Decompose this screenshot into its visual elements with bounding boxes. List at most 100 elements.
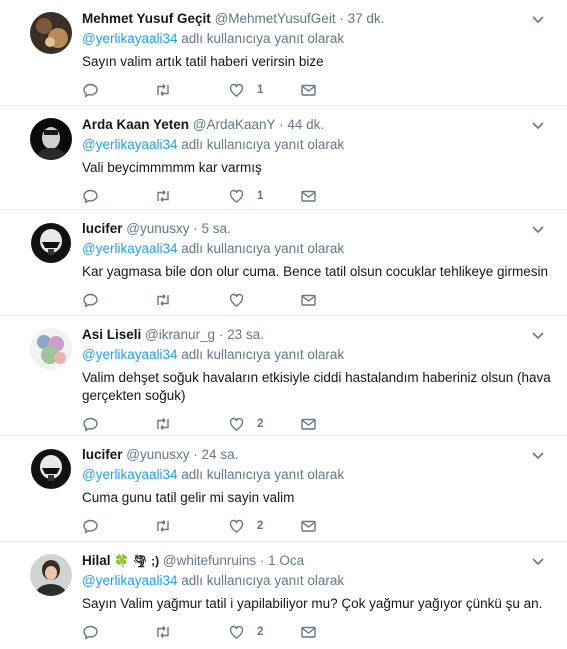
- display-name[interactable]: Asi Liseli: [82, 327, 141, 342]
- direct-message-button[interactable]: [300, 81, 317, 99]
- mention-link[interactable]: @yerlikayaali34: [82, 137, 178, 152]
- like-count: 2: [257, 626, 264, 638]
- like-button[interactable]: 1: [228, 187, 263, 205]
- display-name-emoji: 🍀 🌪 ;): [114, 554, 160, 568]
- retweet-button[interactable]: [154, 623, 172, 641]
- retweet-icon: [157, 190, 169, 202]
- chevron-down-icon[interactable]: [531, 12, 545, 26]
- avatar[interactable]: [30, 328, 72, 370]
- reply-context: @yerlikayaali34 adlı kullanıcıya yanıt o…: [82, 465, 551, 485]
- mention-link[interactable]: @yerlikayaali34: [82, 573, 178, 588]
- timestamp[interactable]: 37 dk.: [348, 11, 385, 26]
- like-button[interactable]: 2: [228, 415, 263, 433]
- chevron-down-icon[interactable]: [531, 222, 545, 236]
- timestamp[interactable]: 44 dk.: [287, 117, 324, 132]
- separator-dot: ·: [339, 11, 344, 26]
- avatar[interactable]: [30, 12, 72, 54]
- reply-button[interactable]: [82, 415, 99, 433]
- reply-icon: [83, 293, 98, 308]
- tweet[interactable]: Mehmet Yusuf Geçit @MehmetYusufGeit · 37…: [0, 0, 567, 106]
- display-name[interactable]: Mehmet Yusuf Geçit: [82, 11, 211, 26]
- user-handle[interactable]: @ikranur_g: [145, 327, 215, 342]
- user-handle[interactable]: @yunusxy: [126, 447, 189, 462]
- heart-icon: [229, 83, 244, 97]
- user-handle[interactable]: @ArdaKaanY: [193, 117, 276, 132]
- tweet-actions: [82, 289, 551, 317]
- mention-link[interactable]: @yerlikayaali34: [82, 31, 178, 46]
- tweet-text: Valim dehşet soğuk havaların etkisiyle c…: [82, 370, 551, 403]
- retweet-button[interactable]: [154, 291, 172, 309]
- avatar[interactable]: [30, 118, 72, 160]
- reply-button[interactable]: [82, 623, 99, 641]
- reply-button[interactable]: [82, 291, 99, 309]
- user-handle[interactable]: @MehmetYusufGeit: [215, 11, 336, 26]
- chevron-down-icon[interactable]: [531, 448, 545, 462]
- tweet[interactable]: Asi Liseli @ikranur_g · 23 sa. @yerlikay…: [0, 316, 567, 436]
- reply-context: @yerlikayaali34 adlı kullanıcıya yanıt o…: [82, 345, 551, 365]
- reply-context: @yerlikayaali34 adlı kullanıcıya yanıt o…: [82, 239, 551, 259]
- reply-icon: [83, 83, 98, 98]
- direct-message-button[interactable]: [300, 623, 317, 641]
- envelope-icon: [301, 84, 316, 96]
- timestamp[interactable]: 24 sa.: [202, 447, 239, 462]
- reply-context-text: adlı kullanıcıya yanıt olarak: [181, 241, 345, 256]
- like-button[interactable]: 1: [228, 81, 263, 99]
- retweet-button[interactable]: [154, 187, 172, 205]
- separator-dot: ·: [193, 221, 198, 236]
- timestamp[interactable]: 5 sa.: [202, 221, 231, 236]
- mention-link[interactable]: @yerlikayaali34: [82, 347, 178, 362]
- reply-icon: [83, 417, 98, 432]
- tweet-text: Vali beycimmmmm kar varmış: [82, 160, 262, 175]
- reply-icon: [83, 625, 98, 640]
- reply-icon: [83, 189, 98, 204]
- chevron-down-icon[interactable]: [531, 118, 545, 132]
- direct-message-button[interactable]: [300, 517, 317, 535]
- like-button[interactable]: [228, 291, 257, 309]
- direct-message-button[interactable]: [300, 291, 317, 309]
- avatar[interactable]: [30, 554, 72, 596]
- reply-button[interactable]: [82, 187, 99, 205]
- reply-context-text: adlı kullanıcıya yanıt olarak: [181, 137, 345, 152]
- mention-link[interactable]: @yerlikayaali34: [82, 467, 178, 482]
- like-count: 1: [257, 190, 264, 202]
- reply-context: @yerlikayaali34 adlı kullanıcıya yanıt o…: [82, 135, 551, 155]
- timestamp[interactable]: 23 sa.: [227, 327, 264, 342]
- display-name[interactable]: lucifer: [82, 221, 123, 236]
- envelope-icon: [301, 190, 316, 202]
- reply-button[interactable]: [82, 81, 99, 99]
- display-name[interactable]: Hilal: [82, 553, 111, 568]
- user-handle[interactable]: @whitefunruins: [163, 553, 256, 568]
- tweet[interactable]: Hilal 🍀 🌪 ;) @whitefunruins · 1 Oca @yer…: [0, 542, 567, 648]
- tweet-actions: 2: [82, 515, 551, 543]
- direct-message-button[interactable]: [300, 187, 317, 205]
- like-button[interactable]: 2: [228, 623, 263, 641]
- retweet-button[interactable]: [154, 517, 172, 535]
- tweet-header: Hilal 🍀 🌪 ;) @whitefunruins · 1 Oca: [82, 552, 551, 570]
- like-button[interactable]: 2: [228, 517, 263, 535]
- tweet[interactable]: lucifer @yunusxy · 5 sa. @yerlikayaali34…: [0, 210, 567, 316]
- tweet[interactable]: Arda Kaan Yeten @ArdaKaanY · 44 dk. @yer…: [0, 106, 567, 210]
- reply-button[interactable]: [82, 517, 99, 535]
- reply-context: @yerlikayaali34 adlı kullanıcıya yanıt o…: [82, 29, 551, 49]
- retweet-button[interactable]: [154, 415, 172, 433]
- chevron-down-icon[interactable]: [531, 328, 545, 342]
- tweet[interactable]: lucifer @yunusxy · 24 sa. @yerlikayaali3…: [0, 436, 567, 542]
- reply-context-text: adlı kullanıcıya yanıt olarak: [181, 31, 345, 46]
- heart-icon: [229, 519, 244, 533]
- reply-context-text: adlı kullanıcıya yanıt olarak: [181, 467, 345, 482]
- user-handle[interactable]: @yunusxy: [126, 221, 189, 236]
- tweet-text: Sayın valim artık tatil haberi verirsin …: [82, 54, 324, 69]
- like-count: 1: [257, 84, 264, 96]
- display-name[interactable]: Arda Kaan Yeten: [82, 117, 189, 132]
- display-name[interactable]: lucifer: [82, 447, 123, 462]
- direct-message-button[interactable]: [300, 415, 317, 433]
- like-count: 2: [257, 520, 264, 532]
- timestamp[interactable]: 1 Oca: [268, 553, 304, 568]
- reply-icon: [83, 519, 98, 534]
- avatar[interactable]: [30, 222, 72, 264]
- mention-link[interactable]: @yerlikayaali34: [82, 241, 178, 256]
- retweet-button[interactable]: [154, 81, 172, 99]
- chevron-down-icon[interactable]: [531, 554, 545, 568]
- avatar[interactable]: [30, 448, 72, 490]
- heart-icon: [229, 417, 244, 431]
